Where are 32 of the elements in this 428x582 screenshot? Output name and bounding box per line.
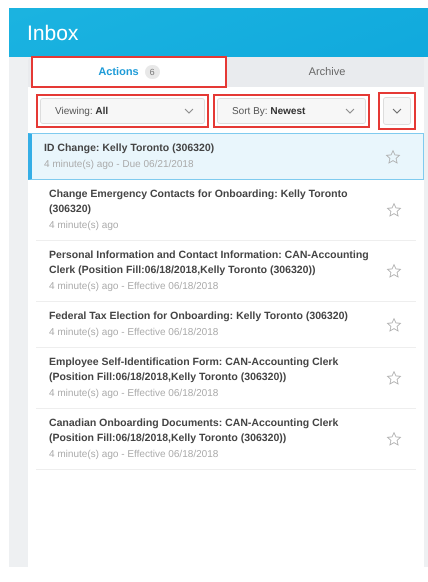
item-title: Personal Information and Contact Information: CAN-Accounting Clerk (Position Fill:06/18/2018,Kelly Toronto (306320)): [49, 248, 370, 278]
count-badge: 6: [144, 65, 160, 79]
inbox-item[interactable]: Employee Self-Identification Form: CAN-Accounting Clerk (Position Fill:06/18/2018,Kelly Toronto (306320)) 4 minute(s) ago - Effective 06/18/2018: [36, 348, 416, 409]
item-title: ID Change: Kelly Toronto (306320): [44, 141, 216, 156]
inbox-item[interactable]: ID Change: Kelly Toronto (306320) 4 minute(s) ago - Due 06/21/2018: [28, 133, 424, 180]
item-meta: 4 minute(s) ago - Due 06/21/2018: [44, 158, 195, 172]
chevron-down-icon: [392, 108, 402, 114]
filter-dropdown[interactable]: Viewing: All: [40, 98, 205, 124]
filter-dropdown[interactable]: Sort By: Newest: [217, 98, 366, 124]
star-icon[interactable]: [386, 431, 402, 447]
inbox-title: Inbox: [27, 22, 78, 45]
inbox-item[interactable]: Canadian Onboarding Documents: CAN-Accounting Clerk (Position Fill:06/18/2018,Kelly Toronto (306320)) 4 minute(s) ago - Effective 06/18/2018: [36, 409, 416, 470]
chevron-down-icon: [345, 108, 355, 114]
tab[interactable]: Actions 6: [32, 57, 226, 87]
item-title: Canadian Onboarding Documents: CAN-Accounting Clerk (Position Fill:06/18/2018,Kelly Toronto (306320)): [49, 416, 340, 446]
star-icon[interactable]: [385, 148, 401, 164]
inbox-item[interactable]: Personal Information and Contact Information: CAN-Accounting Clerk (Position Fill:06/18/2018,Kelly Toronto (306320)) 4 minute(s) ago - Effective 06/18/2018: [36, 241, 416, 302]
item-meta: 4 minute(s) ago - Effective 06/18/2018: [49, 280, 220, 294]
star-icon[interactable]: [386, 202, 402, 218]
inbox-item[interactable]: Change Emergency Contacts for Onboarding: Kelly Toronto (306320) 4 minute(s) ago: [36, 180, 416, 241]
chevron-down-icon: [184, 108, 194, 114]
star-icon[interactable]: [386, 316, 402, 332]
item-meta: 4 minute(s) ago - Effective 06/18/2018: [49, 326, 220, 340]
star-icon[interactable]: [386, 263, 402, 279]
item-title: Change Emergency Contacts for Onboarding: Kelly Toronto (306320): [49, 187, 348, 217]
inbox-item[interactable]: Federal Tax Election for Onboarding: Kelly Toronto (306320) 4 minute(s) ago - Effective 06/18/2018: [36, 302, 416, 348]
item-title: Federal Tax Election for Onboarding: Kelly Toronto (306320): [49, 309, 349, 324]
item-meta: 4 minute(s) ago - Effective 06/18/2018: [49, 448, 220, 462]
item-meta: 4 minute(s) ago - Effective 06/18/2018: [49, 387, 220, 401]
item-title: Employee Self-Identification Form: CAN-Accounting Clerk (Position Fill:06/18/2018,Kelly Toronto (306320)): [49, 355, 340, 385]
item-meta: 4 minute(s) ago: [49, 219, 120, 233]
star-icon[interactable]: [386, 370, 402, 386]
